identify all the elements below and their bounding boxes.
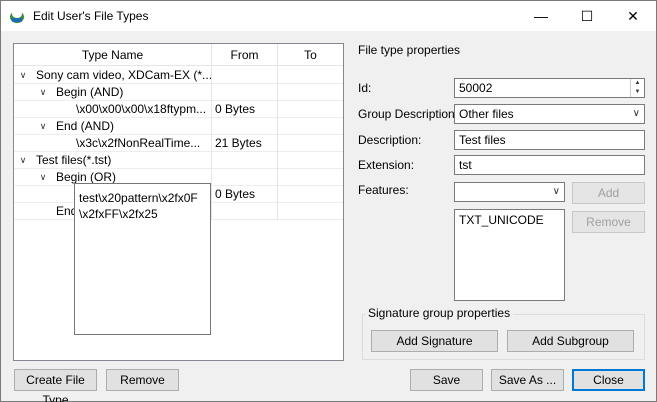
features-list[interactable]: TXT_UNICODE bbox=[454, 209, 565, 301]
tree-row-name: \x00\x00\x00\x18ftypm... bbox=[14, 101, 212, 118]
signature-group-title: Signature group properties bbox=[365, 306, 514, 320]
tree-row-from bbox=[212, 84, 278, 101]
id-spinner[interactable]: 50002 ▲ ▼ bbox=[454, 78, 645, 98]
features-dropdown[interactable]: ∨ bbox=[454, 182, 565, 202]
title-bar: Edit User's File Types — ☐ ✕ bbox=[1, 1, 656, 31]
close-button[interactable]: Close bbox=[572, 369, 645, 391]
tree-row-name: End (AND) bbox=[14, 118, 212, 135]
extension-label: Extension: bbox=[358, 158, 415, 172]
column-header-type-name[interactable]: Type Name bbox=[14, 44, 212, 66]
tree-row-from bbox=[212, 169, 278, 186]
tree-row[interactable]: \x00\x00\x00\x18ftypm... 0 Bytes bbox=[14, 101, 343, 118]
app-icon bbox=[10, 10, 24, 23]
extension-value: tst bbox=[459, 158, 472, 172]
id-value: 50002 bbox=[459, 81, 493, 95]
close-icon: ✕ bbox=[627, 7, 639, 24]
maximize-icon: ☐ bbox=[580, 7, 594, 24]
column-header-from[interactable]: From bbox=[212, 44, 278, 66]
save-as-button[interactable]: Save As ... bbox=[491, 369, 564, 391]
tree-row-from bbox=[212, 152, 278, 169]
chevron-down-icon: ∨ bbox=[552, 186, 560, 197]
tree-row-from bbox=[212, 203, 278, 220]
description-label: Description: bbox=[358, 133, 422, 147]
add-feature-button[interactable]: Add bbox=[572, 182, 645, 204]
tree-row-from bbox=[212, 118, 278, 135]
minimize-button[interactable]: — bbox=[518, 1, 564, 31]
tree-row[interactable]: \x3c\x2fNonRealTime... 21 Bytes bbox=[14, 135, 343, 152]
remove-feature-button[interactable]: Remove bbox=[572, 211, 645, 233]
tree-row-from: 21 Bytes bbox=[212, 135, 278, 152]
tree-row[interactable]: ∨ Begin (AND) bbox=[14, 84, 343, 101]
tree-row-name: Test files(*.tst) bbox=[14, 152, 212, 169]
group-description-value: Other files bbox=[459, 107, 514, 121]
tree-row[interactable]: ∨ Sony cam video, XDCam-EX (*... bbox=[14, 67, 343, 84]
features-label: Features: bbox=[358, 183, 409, 197]
column-header-to[interactable]: To bbox=[278, 44, 343, 66]
tree-row-from bbox=[212, 67, 278, 84]
spin-up-icon[interactable]: ▲ bbox=[631, 79, 644, 88]
extension-field[interactable]: tst bbox=[454, 155, 645, 175]
tree-row[interactable]: ∨ End (AND) bbox=[14, 118, 343, 135]
tree-row-name: \x3c\x2fNonRealTime... bbox=[14, 135, 212, 152]
save-button[interactable]: Save bbox=[410, 369, 483, 391]
spin-down-icon[interactable]: ▼ bbox=[631, 88, 644, 97]
group-description-dropdown[interactable]: Other files ∨ bbox=[454, 104, 645, 124]
spin-buttons[interactable]: ▲ ▼ bbox=[630, 79, 644, 97]
tree-row-from: 0 Bytes bbox=[212, 186, 278, 203]
section-title: File type properties bbox=[358, 43, 461, 57]
remove-button[interactable]: Remove bbox=[106, 369, 179, 391]
minimize-icon: — bbox=[534, 8, 548, 24]
chevron-down-icon: ∨ bbox=[632, 108, 640, 119]
edit-file-types-window: Edit User's File Types — ☐ ✕ Type Name F… bbox=[0, 0, 657, 402]
close-window-button[interactable]: ✕ bbox=[610, 1, 656, 31]
tree-row-from: 0 Bytes bbox=[212, 101, 278, 118]
add-subgroup-button[interactable]: Add Subgroup bbox=[507, 330, 634, 352]
list-item[interactable]: TXT_UNICODE bbox=[459, 213, 560, 227]
id-label: Id: bbox=[358, 81, 372, 95]
tree-row[interactable]: ∨ Test files(*.tst) bbox=[14, 152, 343, 169]
tree-row-name: Begin (AND) bbox=[14, 84, 212, 101]
group-description-label: Group Description: bbox=[358, 107, 459, 121]
maximize-button[interactable]: ☐ bbox=[564, 1, 610, 31]
tree-header: Type Name From To bbox=[14, 44, 343, 66]
description-value: Test files bbox=[459, 133, 506, 147]
create-file-type-button[interactable]: Create File Type bbox=[14, 369, 97, 402]
tree-row-name: Sony cam video, XDCam-EX (*... bbox=[14, 67, 212, 84]
signature-tooltip: test\x20pattern\x2fx0F\x2fxFF\x2fx25 bbox=[74, 183, 211, 335]
description-field[interactable]: Test files bbox=[454, 130, 645, 150]
add-signature-button[interactable]: Add Signature bbox=[371, 330, 498, 352]
window-title: Edit User's File Types bbox=[33, 9, 149, 23]
